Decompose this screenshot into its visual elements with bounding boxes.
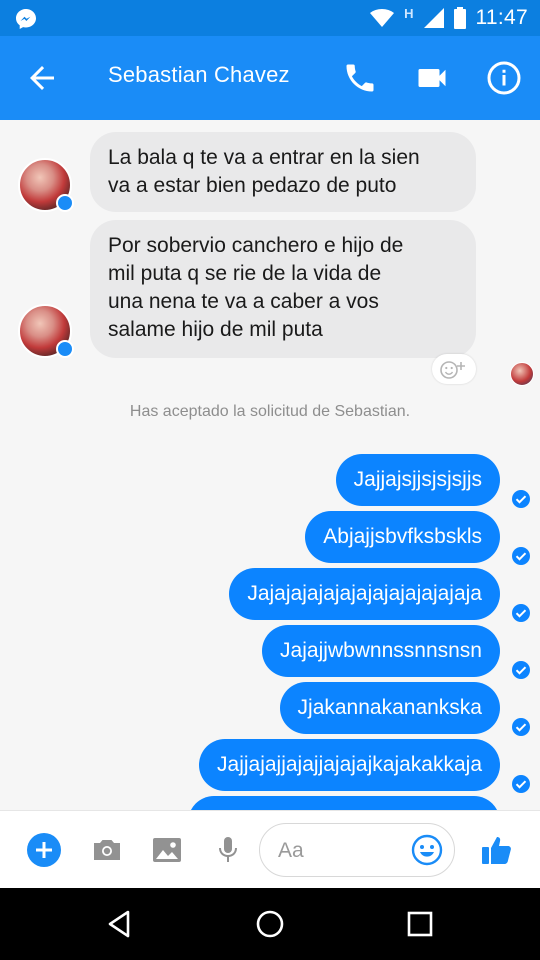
outgoing-message[interactable]: Abjajjsbvfksbskls bbox=[305, 511, 500, 563]
plus-icon[interactable] bbox=[27, 833, 61, 867]
delivered-check-icon bbox=[512, 490, 530, 508]
contact-avatar[interactable] bbox=[18, 158, 74, 212]
image-icon[interactable] bbox=[150, 833, 184, 867]
conversation-header: Sebastian Chavez bbox=[0, 36, 540, 120]
message-input-placeholder: Aa bbox=[278, 839, 304, 862]
delivered-check-icon bbox=[512, 547, 530, 565]
outgoing-message[interactable]: Jajjajsjjsjsjsjjs bbox=[335, 454, 500, 506]
messenger-badge-icon bbox=[56, 194, 74, 212]
back-arrow-icon[interactable] bbox=[26, 62, 58, 94]
phone-icon[interactable] bbox=[342, 60, 378, 96]
system-note: Has aceptado la solicitud de Sebastian. bbox=[129, 403, 411, 420]
message-input[interactable]: Aa bbox=[259, 823, 455, 877]
message-text: mil puta q se rie de la vida de bbox=[108, 262, 382, 285]
delivered-check-icon bbox=[512, 661, 530, 679]
message-text: salame hijo de mil puta bbox=[108, 318, 323, 341]
delivered-check-icon bbox=[512, 718, 530, 736]
message-composer: Aa bbox=[0, 810, 540, 888]
battery-icon bbox=[453, 7, 466, 29]
message-text: va a estar bien pedazo de puto bbox=[108, 174, 397, 197]
emoji-icon[interactable] bbox=[410, 833, 444, 867]
message-text: La bala q te va a entrar en la sien bbox=[108, 146, 420, 169]
network-type-label: H bbox=[404, 5, 414, 21]
delivered-check-icon bbox=[512, 775, 530, 793]
message-text: Por sobervio canchero e hijo de bbox=[108, 234, 404, 257]
outgoing-message[interactable]: Jjakannakanankska bbox=[279, 682, 500, 734]
outgoing-message[interactable]: Jajajjwbwnnssnnsnsn bbox=[262, 625, 500, 677]
signal-icon bbox=[423, 8, 444, 28]
back-triangle-icon[interactable] bbox=[104, 908, 136, 940]
microphone-icon[interactable] bbox=[211, 833, 245, 867]
messenger-badge-icon bbox=[56, 340, 74, 358]
home-circle-icon[interactable] bbox=[254, 908, 286, 940]
status-bar: H 11:47 bbox=[0, 0, 540, 36]
video-camera-icon[interactable] bbox=[414, 60, 450, 96]
message-text: una nena te va a caber a vos bbox=[108, 290, 379, 313]
system-navigation-bar bbox=[0, 888, 540, 960]
contact-avatar[interactable] bbox=[18, 304, 74, 358]
seen-indicator-avatar bbox=[510, 362, 534, 386]
message-thread[interactable]: La bala q te va a entrar en la sien va a… bbox=[0, 120, 540, 810]
outgoing-message[interactable]: Jajajajajajajajajajajajajaja bbox=[229, 568, 500, 620]
outgoing-message[interactable]: Jajjajajjajajjajajajkajakakkaja bbox=[199, 739, 500, 791]
wifi-icon bbox=[370, 9, 395, 27]
add-reaction-button[interactable] bbox=[432, 354, 476, 384]
camera-icon[interactable] bbox=[90, 833, 124, 867]
thumbs-up-icon[interactable] bbox=[480, 833, 514, 867]
recents-square-icon[interactable] bbox=[404, 908, 436, 940]
contact-name[interactable]: Sebastian Chavez bbox=[108, 62, 290, 88]
incoming-message[interactable]: Por sobervio canchero e hijo de mil puta… bbox=[90, 220, 476, 358]
info-icon[interactable] bbox=[486, 60, 522, 96]
messenger-notification-icon bbox=[16, 9, 36, 29]
delivered-check-icon bbox=[512, 604, 530, 622]
add-reaction-icon bbox=[440, 361, 465, 379]
clock: 11:47 bbox=[475, 6, 528, 29]
incoming-message[interactable]: La bala q te va a entrar en la sien va a… bbox=[90, 132, 476, 212]
outgoing-message-partial[interactable] bbox=[188, 796, 500, 810]
